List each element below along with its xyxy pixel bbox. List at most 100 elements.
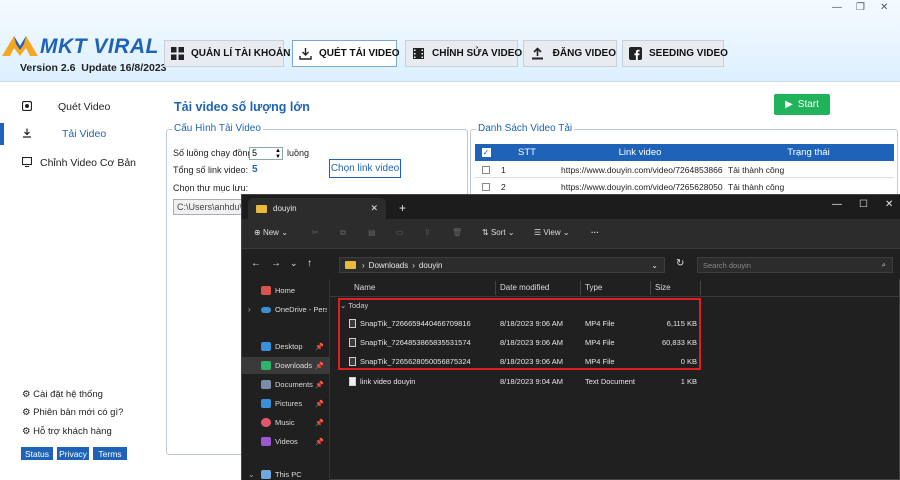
chevron-down-icon[interactable]: ⌄ xyxy=(651,261,658,270)
col-size[interactable]: Size xyxy=(655,283,671,292)
chevron-right-icon: › xyxy=(412,260,415,270)
sidebar-item-chinh-video-co-ban[interactable]: Chỉnh Video Cơ Bản xyxy=(0,152,160,174)
nav-item-desktop[interactable]: Desktop 📌 xyxy=(242,338,330,355)
col-date-modified[interactable]: Date modified xyxy=(500,283,549,292)
table-row[interactable]: 1 https://www.douyin.com/video/726485386… xyxy=(475,162,894,178)
app-header: — ❐ ✕ MKT VIRAL Version 2.6 Update 16/8/… xyxy=(0,0,900,82)
sort-button[interactable]: ⇅ Sort ⌄ xyxy=(482,228,515,237)
desktop-icon xyxy=(261,342,271,351)
row-checkbox[interactable] xyxy=(482,179,494,195)
breadcrumb-downloads[interactable]: Downloads xyxy=(369,261,409,270)
address-bar[interactable]: › Downloads › douyin ⌄ xyxy=(339,257,665,273)
video-icon xyxy=(261,437,271,446)
close-icon[interactable]: ✕ xyxy=(885,199,893,210)
nav-label: CHỈNH SỬA VIDEO xyxy=(432,48,523,59)
minimize-icon[interactable]: — xyxy=(832,199,842,210)
play-icon: ▶ xyxy=(785,99,793,110)
total-links-label: Tổng số link video: xyxy=(173,165,249,175)
refresh-icon[interactable]: ↻ xyxy=(676,258,684,269)
download-icon xyxy=(22,128,32,141)
status-chip[interactable]: Status xyxy=(21,447,53,460)
link-cai-dat-he-thong[interactable]: ⚙ Cài đặt hệ thống xyxy=(22,389,103,400)
version-label: Version 2.6 xyxy=(20,62,76,74)
paste-icon[interactable]: ▤ xyxy=(368,228,376,237)
up-arrow-icon[interactable]: ↑ xyxy=(307,258,312,269)
tab-close-icon[interactable]: ✕ xyxy=(370,203,378,214)
restore-icon[interactable]: ❐ xyxy=(856,2,865,13)
more-options-icon[interactable]: ··· xyxy=(591,228,599,237)
nav-item-pictures[interactable]: Pictures 📌 xyxy=(242,395,330,412)
privacy-chip[interactable]: Privacy xyxy=(57,447,89,460)
nav-item-downloads[interactable]: Downloads 📌 xyxy=(242,357,330,374)
cut-icon[interactable]: ✂ xyxy=(312,228,319,237)
pc-icon xyxy=(261,470,271,479)
minimize-icon[interactable]: — xyxy=(832,2,842,13)
link-ho-tro-khach-hang[interactable]: ⚙ Hỗ trợ khách hàng xyxy=(22,426,112,437)
facebook-icon xyxy=(629,46,642,62)
pin-icon: 📌 xyxy=(315,343,324,351)
new-tab-icon[interactable]: + xyxy=(399,201,406,215)
nav-item-home[interactable]: Home xyxy=(242,282,330,299)
stepper-arrows-icon[interactable]: ▲ ▼ xyxy=(275,148,281,160)
nav-item-music[interactable]: Music 📌 xyxy=(242,414,330,431)
terms-chip[interactable]: Terms xyxy=(93,447,127,460)
back-arrow-icon[interactable]: ← xyxy=(251,258,261,269)
link-phien-ban-moi[interactable]: ⚙ Phiên bản mới có gì? xyxy=(22,407,123,418)
nav-dang-video[interactable]: ĐĂNG VIDEO xyxy=(523,40,617,67)
chevron-down-icon[interactable]: ⌄ xyxy=(248,470,255,479)
config-legend: Cấu Hình Tải Video xyxy=(172,123,263,134)
nav-chinh-sua-video[interactable]: CHỈNH SỬA VIDEO xyxy=(405,40,522,67)
new-button[interactable]: ⊕ New ⌄ xyxy=(254,228,288,237)
gear-icon: ⚙ xyxy=(22,389,31,400)
close-icon[interactable]: ✕ xyxy=(880,2,888,13)
share-icon[interactable]: ⇪ xyxy=(424,228,431,237)
nav-quan-li-tai-khoan[interactable]: QUẢN LÍ TÀI KHOẢN xyxy=(164,40,290,67)
explorer-nav-pane: Home ›OneDrive - Perso Desktop📌 Download… xyxy=(242,279,330,480)
row-status: Tải thành công xyxy=(728,182,785,192)
table-header: ✓ STT Link video Trạng thái xyxy=(475,144,894,161)
nav-item-this-pc[interactable]: ⌄ This PC xyxy=(242,466,330,480)
breadcrumb-douyin[interactable]: douyin xyxy=(419,261,443,270)
pin-icon: 📌 xyxy=(315,419,324,427)
row-link: https://www.douyin.com/video/7264853866.… xyxy=(561,165,723,175)
nav-quet-tai-video[interactable]: QUÉT TẢI VIDEO xyxy=(292,40,400,67)
view-icon: ☰ xyxy=(534,228,542,237)
explorer-tab[interactable]: douyin ✕ xyxy=(248,198,386,219)
folder-path-input[interactable]: C:\Users\anhdu\ xyxy=(173,199,245,215)
sidebar: Quét Video Tải Video Chỉnh Video Cơ Bản … xyxy=(0,82,160,480)
row-checkbox[interactable] xyxy=(482,162,494,178)
sidebar-item-tai-video[interactable]: Tải Video xyxy=(0,123,160,145)
rename-icon[interactable]: ▭ xyxy=(396,228,404,237)
pin-icon: 📌 xyxy=(315,438,324,446)
explorer-tabbar: douyin ✕ + — ☐ ✕ xyxy=(242,195,900,219)
col-type[interactable]: Type xyxy=(585,283,602,292)
update-label: Update 16/8/2023 xyxy=(81,62,167,74)
nav-item-videos[interactable]: Videos 📌 xyxy=(242,433,330,450)
nav-item-onedrive[interactable]: ›OneDrive - Perso xyxy=(242,301,330,318)
file-row[interactable]: link video douyin 8/18/2023 9:04 AM Text… xyxy=(330,372,900,391)
maximize-icon[interactable]: ☐ xyxy=(859,199,868,210)
chevron-down-icon[interactable]: ⌄ xyxy=(290,258,298,269)
copy-icon[interactable]: ⧉ xyxy=(340,228,346,238)
search-input[interactable]: Search douyin ⌕ xyxy=(697,257,893,273)
sidebar-item-quet-video[interactable]: Quét Video xyxy=(0,96,160,118)
select-all-checkbox[interactable]: ✓ xyxy=(475,144,497,161)
gear-icon: ⚙ xyxy=(22,426,31,437)
nav-item-documents[interactable]: Documents 📌 xyxy=(242,376,330,393)
nav-seeding-video[interactable]: SEEDING VIDEO xyxy=(622,40,728,67)
start-button[interactable]: ▶ Start xyxy=(774,94,830,115)
chevron-down-icon: ⌄ xyxy=(562,228,570,237)
chevron-down-icon: ⌄ xyxy=(281,228,288,237)
sidebar-item-label: Tải Video xyxy=(62,128,107,140)
threads-stepper[interactable]: 5 ▲ ▼ xyxy=(249,147,283,160)
view-label: View xyxy=(543,228,561,237)
chevron-right-icon[interactable]: › xyxy=(248,305,251,314)
table-row[interactable]: 2 https://www.douyin.com/video/726562805… xyxy=(475,179,894,195)
delete-icon[interactable]: 🗑 xyxy=(452,228,462,237)
explorer-command-bar: ⊕ New ⌄ ✂ ⧉ ▤ ▭ ⇪ 🗑 ⇅ Sort ⌄ ☰ View ⌄ ··… xyxy=(242,219,900,249)
choose-link-button[interactable]: Chọn link video xyxy=(329,159,401,178)
view-button[interactable]: ☰ View ⌄ xyxy=(534,228,570,237)
col-name[interactable]: Name xyxy=(354,283,375,292)
forward-arrow-icon[interactable]: → xyxy=(271,258,281,269)
version-info: Version 2.6 Update 16/8/2023 xyxy=(20,62,167,74)
